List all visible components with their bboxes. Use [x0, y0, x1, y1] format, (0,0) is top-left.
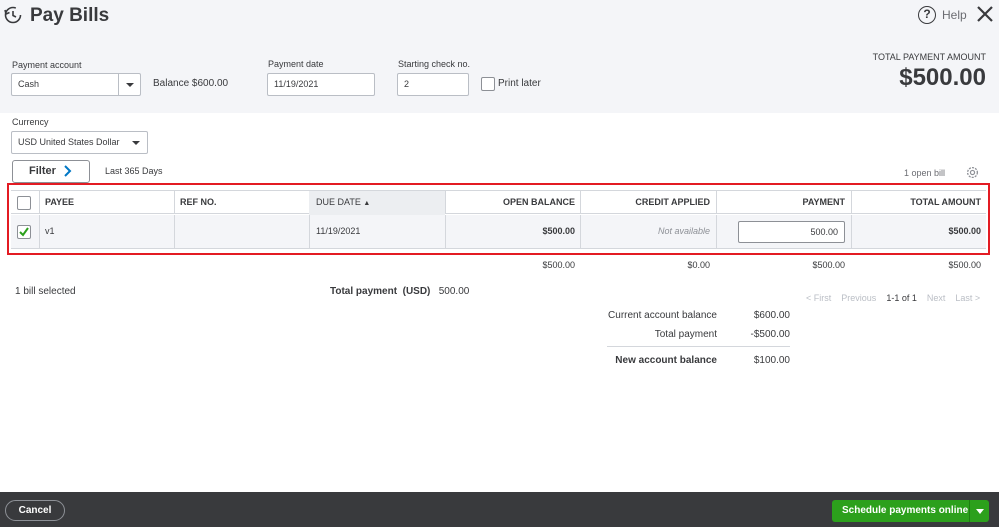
open-bill-count: 1 open bill	[904, 168, 946, 178]
chevron-down-icon	[976, 509, 984, 514]
row-payment-input[interactable]: 500.00	[738, 221, 845, 243]
new-account-balance-value: $100.00	[753, 355, 790, 366]
total-payment-row-value: -$500.00	[750, 329, 790, 340]
current-account-balance-label: Current account balance	[608, 310, 717, 321]
currency-dropdown[interactable]	[125, 132, 147, 153]
row-total-amount: $500.00	[948, 226, 981, 236]
row-payee: v1	[45, 226, 55, 236]
total-payment-amount-value: $500.00	[899, 64, 986, 91]
total-payment-value: 500.00	[438, 286, 470, 297]
balance-value: $600.00	[191, 78, 229, 89]
schedule-payments-button[interactable]: Schedule payments online	[832, 500, 989, 522]
cancel-button[interactable]: Cancel	[5, 500, 65, 521]
total-payment-currency: (USD)	[402, 286, 431, 297]
payment-date-input[interactable]: 11/19/2021	[267, 73, 375, 96]
payment-account-dropdown[interactable]	[118, 74, 140, 95]
filter-label: Filter	[29, 165, 56, 177]
pagination-first[interactable]: < First	[806, 293, 831, 303]
currency-value: USD United States Dollar	[18, 137, 120, 147]
header-panel	[0, 0, 999, 113]
total-amount-column: $500.00	[948, 260, 981, 270]
column-divider	[174, 191, 175, 214]
current-account-balance-value: $600.00	[753, 310, 790, 321]
payment-account-label: Payment account	[12, 60, 82, 70]
checkmark-icon	[19, 227, 29, 237]
chevron-right-icon	[64, 165, 72, 177]
starting-check-input[interactable]: 2	[397, 73, 469, 96]
column-divider	[39, 215, 40, 248]
column-ref-no[interactable]: REF NO.	[180, 191, 217, 215]
schedule-payments-label: Schedule payments online	[842, 505, 969, 516]
bills-selected: 1 bill selected	[15, 286, 76, 297]
print-later-checkbox[interactable]	[481, 77, 495, 91]
column-credit-applied[interactable]: CREDIT APPLIED	[580, 191, 710, 215]
column-due-date[interactable]: DUE DATE ▲	[309, 191, 445, 215]
currency-select[interactable]: USD United States Dollar	[11, 131, 148, 154]
total-open-balance: $500.00	[542, 260, 575, 270]
sort-ascending-icon: ▲	[363, 200, 371, 207]
column-divider	[39, 191, 40, 214]
column-open-balance[interactable]: OPEN BALANCE	[445, 191, 575, 215]
payment-account-select[interactable]: Cash	[11, 73, 141, 96]
total-payment-summary: Total payment (USD) 500.00	[330, 286, 469, 297]
column-divider	[716, 215, 717, 248]
currency-label: Currency	[12, 117, 49, 127]
pagination-next[interactable]: Next	[927, 293, 946, 303]
recent-history-icon[interactable]	[3, 5, 23, 25]
page-title: Pay Bills	[30, 5, 110, 26]
total-payment-row-label: Total payment	[654, 329, 717, 340]
table-header: PAYEE REF NO. DUE DATE ▲ OPEN BALANCE CR…	[11, 190, 986, 215]
new-account-balance-label: New account balance	[615, 355, 717, 366]
chevron-down-icon	[132, 141, 140, 145]
chevron-down-icon	[126, 83, 134, 87]
footer-bar: Cancel Schedule payments online	[0, 492, 999, 527]
total-payment-label: Total payment	[330, 286, 398, 297]
total-credit-applied: $0.00	[687, 260, 710, 270]
filter-range: Last 365 Days	[105, 166, 163, 176]
schedule-dropdown[interactable]	[969, 500, 989, 522]
print-later-label: Print later	[498, 78, 541, 89]
column-payment[interactable]: PAYMENT	[716, 191, 845, 215]
total-payment-column: $500.00	[812, 260, 845, 270]
pagination-last[interactable]: Last >	[955, 293, 980, 303]
select-all-checkbox[interactable]	[17, 196, 31, 210]
help-link[interactable]: Help	[942, 8, 967, 22]
table-row[interactable]: v1 11/19/2021 $500.00 Not available 500.…	[11, 215, 986, 249]
balance-label: Balance	[153, 78, 190, 89]
row-checkbox[interactable]	[17, 225, 31, 239]
column-payee[interactable]: PAYEE	[45, 191, 74, 215]
column-divider	[309, 215, 310, 248]
row-due-date: 11/19/2021	[316, 226, 361, 236]
column-due-date-label: DUE DATE	[316, 197, 361, 207]
column-total-amount[interactable]: TOTAL AMOUNT	[851, 191, 981, 215]
payment-account-value: Cash	[18, 79, 40, 89]
pagination-previous[interactable]: Previous	[841, 293, 876, 303]
starting-check-label: Starting check no.	[398, 59, 471, 69]
help-icon[interactable]: ?	[918, 6, 936, 24]
summary-divider	[607, 346, 790, 347]
payment-date-label: Payment date	[268, 59, 324, 69]
pagination-range: 1-1 of 1	[886, 293, 917, 303]
total-payment-amount-label: TOTAL PAYMENT AMOUNT	[872, 52, 986, 62]
pagination: < First Previous 1-1 of 1 Next Last >	[806, 293, 980, 303]
row-credit-applied: Not available	[657, 226, 710, 236]
account-balance: Balance $600.00	[153, 78, 228, 89]
column-divider	[174, 215, 175, 248]
close-icon[interactable]	[975, 4, 995, 24]
gear-icon[interactable]	[965, 165, 980, 180]
row-open-balance: $500.00	[542, 226, 575, 236]
filter-button[interactable]: Filter	[12, 160, 90, 183]
